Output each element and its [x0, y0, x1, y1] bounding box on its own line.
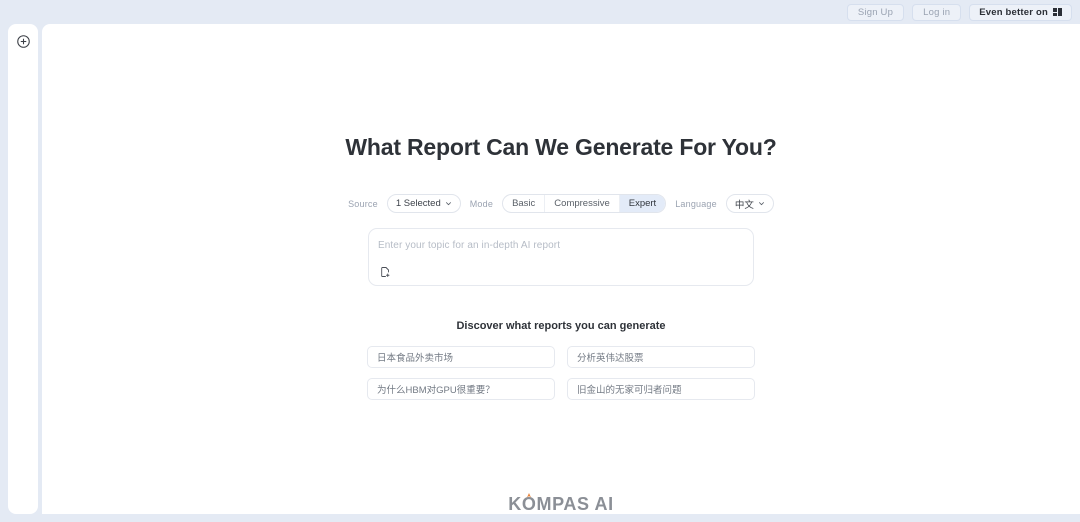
file-add-icon[interactable]	[378, 265, 391, 278]
main-panel: What Report Can We Generate For You? Sou…	[42, 24, 1080, 514]
composer-toolbar	[378, 265, 391, 278]
suggestion-chip[interactable]: 日本食品外卖市场	[367, 346, 555, 368]
mode-option-basic[interactable]: Basic	[503, 195, 546, 212]
options-bar: Source 1 Selected Mode Basic Compressive…	[348, 194, 774, 213]
suggestions-grid: 日本食品外卖市场 分析英伟达股票 为什么HBM对GPU很重要？ 旧金山的无家可归…	[367, 346, 755, 400]
content-area: What Report Can We Generate For You? Sou…	[42, 24, 1080, 514]
page-title: What Report Can We Generate For You?	[345, 134, 777, 160]
mode-option-expert[interactable]: Expert	[619, 195, 666, 212]
prompt-input-placeholder[interactable]: Enter your topic for an in-depth AI repo…	[378, 240, 743, 251]
chevron-down-icon	[758, 200, 765, 207]
chevron-down-icon	[445, 200, 452, 207]
mode-option-compressive[interactable]: Compressive	[545, 195, 620, 212]
plus-circle-icon[interactable]	[14, 32, 32, 50]
source-select[interactable]: 1 Selected	[386, 194, 461, 213]
compass-needle-icon	[527, 493, 532, 498]
app-window: What Report Can We Generate For You? Sou…	[0, 0, 1080, 522]
brand-logo-text: KOMPAS AI	[508, 494, 614, 514]
windows-icon	[1053, 7, 1062, 17]
mode-label: Mode	[469, 198, 494, 209]
suggestions-heading: Discover what reports you can generate	[456, 320, 666, 332]
footer: KOMPAS AI	[42, 493, 1080, 514]
brand-logo: KOMPAS AI	[508, 493, 614, 514]
prompt-composer[interactable]: Enter your topic for an in-depth AI repo…	[368, 228, 754, 286]
mode-segmented-control: Basic Compressive Expert	[502, 194, 667, 213]
suggestion-chip[interactable]: 为什么HBM对GPU很重要？	[367, 378, 555, 400]
language-select-value: 中文	[734, 199, 754, 211]
topbar: Sign Up Log in Even better on	[0, 0, 1080, 24]
language-select[interactable]: 中文	[725, 194, 774, 213]
language-label: Language	[675, 198, 717, 209]
sign-up-button[interactable]: Sign Up	[846, 3, 905, 21]
source-select-value: 1 Selected	[395, 198, 441, 209]
suggestion-chip[interactable]: 旧金山的无家可归者问题	[567, 378, 755, 400]
log-in-button[interactable]: Log in	[912, 3, 962, 21]
even-better-on-button[interactable]: Even better on	[969, 3, 1072, 21]
sidebar	[8, 24, 38, 514]
even-better-on-label: Even better on	[979, 6, 1048, 18]
source-label: Source	[348, 198, 378, 209]
suggestion-chip[interactable]: 分析英伟达股票	[567, 346, 755, 368]
